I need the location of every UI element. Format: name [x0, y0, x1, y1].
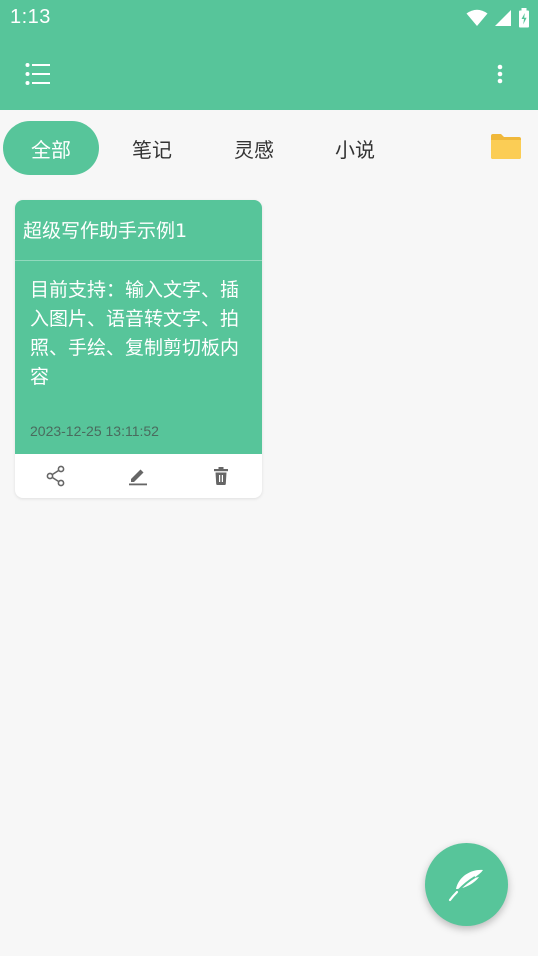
note-date: 2023-12-25 13:11:52: [30, 423, 159, 439]
tab-label: 笔记: [132, 137, 172, 162]
new-note-fab[interactable]: [425, 843, 508, 926]
list-menu-icon: [25, 63, 50, 85]
tab-novel[interactable]: 小说: [313, 121, 397, 175]
delete-icon: [213, 467, 228, 485]
note-title: 超级写作助手示例1: [23, 220, 188, 242]
tab-notes[interactable]: 笔记: [110, 121, 194, 175]
folder-button[interactable]: [490, 132, 526, 164]
share-button[interactable]: [15, 454, 97, 498]
note-actions: [15, 454, 262, 498]
signal-icon: [495, 10, 511, 26]
edit-button[interactable]: [97, 454, 179, 498]
status-icons: [466, 6, 530, 30]
share-icon: [46, 465, 65, 487]
wifi-icon: [466, 9, 488, 26]
tab-ideas[interactable]: 灵感: [212, 121, 296, 175]
note-card[interactable]: 超级写作助手示例1 目前支持：输入文字、插入图片、语音转文字、拍照、手绘、复制剪…: [15, 200, 262, 498]
feather-icon: [448, 869, 483, 901]
tab-label: 小说: [335, 137, 375, 162]
status-bar: 1:13: [0, 0, 538, 38]
category-tabs: 全部 笔记 灵感 小说: [0, 110, 538, 186]
folder-icon: [491, 134, 521, 159]
menu-button[interactable]: [20, 56, 56, 92]
delete-button[interactable]: [180, 454, 262, 498]
more-vert-icon: [497, 64, 503, 84]
tab-label: 全部: [31, 137, 71, 162]
note-card-content: 超级写作助手示例1 目前支持：输入文字、插入图片、语音转文字、拍照、手绘、复制剪…: [15, 200, 262, 454]
tab-label: 灵感: [234, 137, 274, 162]
status-time: 1:13: [10, 6, 51, 28]
note-body: 目前支持：输入文字、插入图片、语音转文字、拍照、手绘、复制剪切板内容: [30, 279, 240, 388]
battery-icon: [519, 8, 529, 28]
edit-icon: [129, 469, 148, 486]
tab-all[interactable]: 全部: [3, 121, 99, 175]
overflow-menu-button[interactable]: [482, 56, 518, 92]
app-bar: [0, 38, 538, 110]
note-divider: [15, 260, 262, 261]
